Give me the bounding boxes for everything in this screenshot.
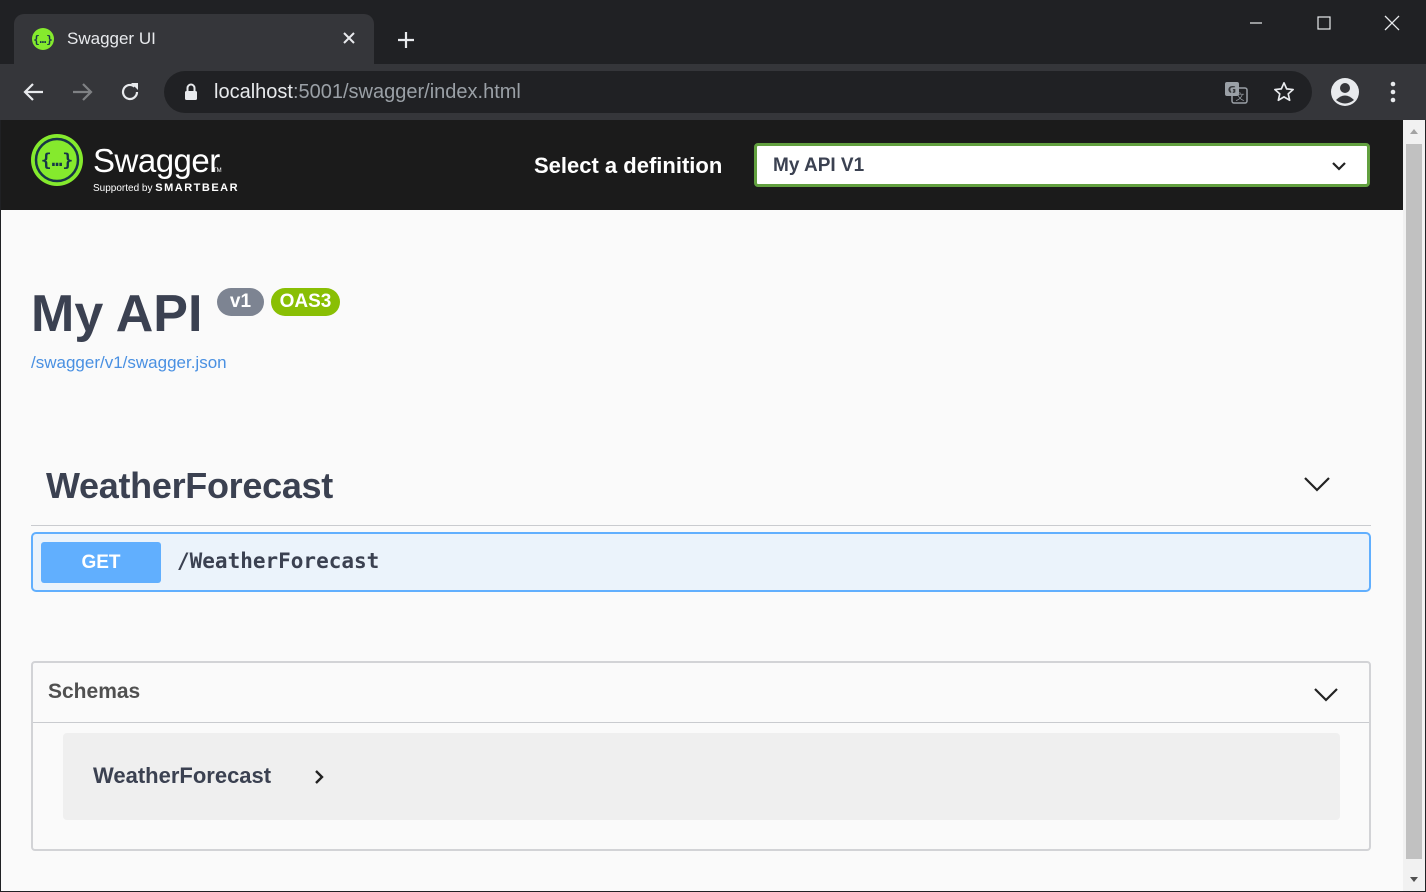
tag-name: WeatherForecast — [46, 465, 333, 506]
oas-badge: OAS3 — [271, 288, 340, 316]
chevron-down-icon — [1314, 688, 1338, 702]
trademark-mark: TM — [213, 168, 222, 174]
browser-menu-icon[interactable] — [1380, 77, 1406, 107]
method-badge: GET — [41, 542, 161, 583]
definition-select[interactable]: My API V1 — [754, 143, 1370, 187]
page-viewport: {…} Swagger TM Supported by SMARTBEAR Se… — [1, 120, 1403, 891]
tab-title: Swagger UI — [67, 29, 156, 48]
swagger-topbar: {…} Swagger TM Supported by SMARTBEAR Se… — [1, 120, 1403, 210]
scroll-down-arrow-icon[interactable] — [1403, 869, 1425, 891]
chevron-down-icon — [1332, 162, 1346, 171]
schemas-header[interactable]: Schemas — [33, 663, 1369, 723]
swagger-logo-icon[interactable]: {…} — [31, 134, 83, 186]
address-bar[interactable]: localhost:5001/swagger/index.html G 文 — [164, 71, 1312, 113]
browser-tab[interactable]: {…} Swagger UI — [14, 14, 374, 64]
schemas-section: Schemas WeatherForecast — [31, 661, 1371, 851]
url-text[interactable]: localhost:5001/swagger/index.html — [214, 81, 521, 104]
reload-icon[interactable] — [116, 78, 144, 106]
chevron-down-icon — [1304, 477, 1330, 492]
supported-by-text: Supported by SMARTBEAR — [93, 182, 240, 194]
version-badge: v1 — [217, 288, 264, 316]
window-maximize-icon[interactable] — [1290, 0, 1358, 46]
spec-json-link[interactable]: /swagger/v1/swagger.json — [31, 353, 227, 373]
tag-section-weatherforecast[interactable]: WeatherForecast — [31, 452, 1371, 526]
swagger-wordmark: Swagger — [93, 142, 220, 179]
tab-strip: {…} Swagger UI — [0, 0, 1426, 64]
schemas-title: Schemas — [48, 680, 141, 703]
definition-label: Select a definition — [534, 153, 723, 178]
browser-toolbar: localhost:5001/swagger/index.html G 文 — [0, 64, 1426, 120]
profile-avatar-icon[interactable] — [1330, 77, 1360, 107]
operation-get-weatherforecast[interactable]: GET /WeatherForecast — [31, 532, 1371, 592]
forward-arrow-icon[interactable] — [68, 78, 96, 106]
swagger-favicon-icon: {…} — [32, 28, 54, 50]
lock-icon[interactable] — [184, 83, 198, 101]
operation-path: /WeatherForecast — [177, 549, 380, 573]
tab-close-icon[interactable] — [338, 27, 360, 49]
window-close-icon[interactable] — [1358, 0, 1426, 46]
svg-text:{…}: {…} — [41, 150, 74, 171]
translate-icon[interactable]: G 文 — [1224, 80, 1248, 104]
back-arrow-icon[interactable] — [20, 78, 48, 106]
model-name: WeatherForecast — [93, 763, 272, 788]
new-tab-plus-icon[interactable] — [392, 26, 420, 54]
definition-selected-value: My API V1 — [773, 155, 865, 176]
chevron-right-icon[interactable] — [313, 769, 325, 785]
scrollbar-thumb[interactable] — [1406, 144, 1422, 859]
svg-text:文: 文 — [1235, 91, 1244, 103]
window-minimize-icon[interactable] — [1222, 0, 1290, 46]
scroll-up-arrow-icon[interactable] — [1403, 120, 1425, 142]
page-scrollbar[interactable] — [1403, 120, 1425, 891]
bookmark-star-icon[interactable] — [1272, 80, 1296, 104]
api-title: My API — [31, 285, 203, 343]
svg-text:{…}: {…} — [33, 33, 53, 46]
model-weatherforecast[interactable]: WeatherForecast — [63, 733, 1340, 820]
